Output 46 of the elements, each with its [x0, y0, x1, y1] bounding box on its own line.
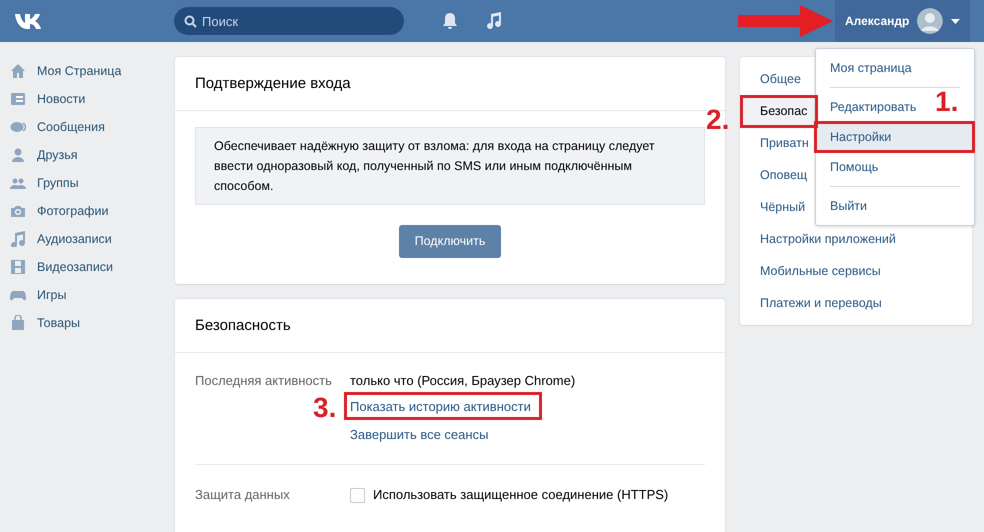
link[interactable]: Завершить все сеансы: [350, 426, 488, 442]
annotation-number: 3.: [313, 394, 336, 422]
checkbox[interactable]: [350, 488, 365, 502]
home-icon: [10, 63, 26, 79]
sidebar-item[interactable]: Игры: [10, 281, 175, 309]
sidebar-item[interactable]: Фотографии: [10, 197, 175, 225]
settings-menu-item[interactable]: Мобильные сервисы: [740, 255, 972, 287]
bell-icon[interactable]: [442, 12, 458, 30]
card-title: Подтверждение входа: [175, 57, 725, 111]
dropdown-item[interactable]: Моя страница: [816, 53, 926, 83]
sidebar-item[interactable]: Друзья: [10, 141, 175, 169]
activity-text: только что (Россия, Браузер Chrome): [350, 372, 576, 390]
card-title: Безопасность: [175, 298, 725, 353]
checkbox-label[interactable]: Использовать защищенное соединение (HTTPS): [373, 485, 668, 505]
settings-menu-item[interactable]: Платежи и переводы: [740, 287, 972, 319]
sidebar-item[interactable]: Сообщения: [10, 113, 175, 141]
search-icon: [184, 15, 197, 28]
chat-icon: [10, 119, 26, 135]
info-text: Обеспечивает надёжную защиту от взлома: для входа на страницу следует ввести одноразовый код, полученный по SMS или иным подключённым способом.: [195, 127, 705, 205]
field-label: Последняя активность: [195, 372, 333, 390]
music-icon[interactable]: [486, 12, 502, 30]
field-label: Защита данных: [195, 486, 291, 504]
bag-icon: [10, 315, 26, 331]
newspaper-icon: [10, 91, 26, 107]
sidebar-item[interactable]: Группы: [10, 169, 175, 197]
avatar-icon: [917, 8, 944, 34]
sidebar-item[interactable]: Товары: [10, 309, 175, 337]
link[interactable]: Показать историю активности: [350, 399, 531, 414]
camera-icon: [10, 203, 26, 219]
music-icon: [10, 231, 26, 247]
dropdown-item[interactable]: Редактировать: [816, 92, 930, 122]
logo-icon[interactable]: [14, 12, 42, 30]
dropdown-item[interactable]: Помощь: [816, 152, 892, 182]
search-field[interactable]: Поиск: [174, 7, 404, 35]
person-icon: [10, 147, 26, 163]
film-icon: [10, 259, 26, 275]
connect-button[interactable]: Подключить: [398, 225, 502, 258]
dropdown-item[interactable]: Выйти: [816, 191, 882, 221]
user-menu-button[interactable]: Александр: [835, 0, 970, 42]
sidebar-item[interactable]: Новости: [10, 85, 175, 113]
annotation-number: 1.: [935, 88, 958, 116]
sidebar-item[interactable]: Аудиозаписи: [10, 225, 175, 253]
sidebar-item[interactable]: Моя Страница: [10, 57, 175, 85]
settings-menu-item[interactable]: Настройки приложений: [740, 223, 972, 255]
sidebar-item[interactable]: Видеозаписи: [10, 253, 175, 281]
caret-icon: [951, 18, 960, 24]
